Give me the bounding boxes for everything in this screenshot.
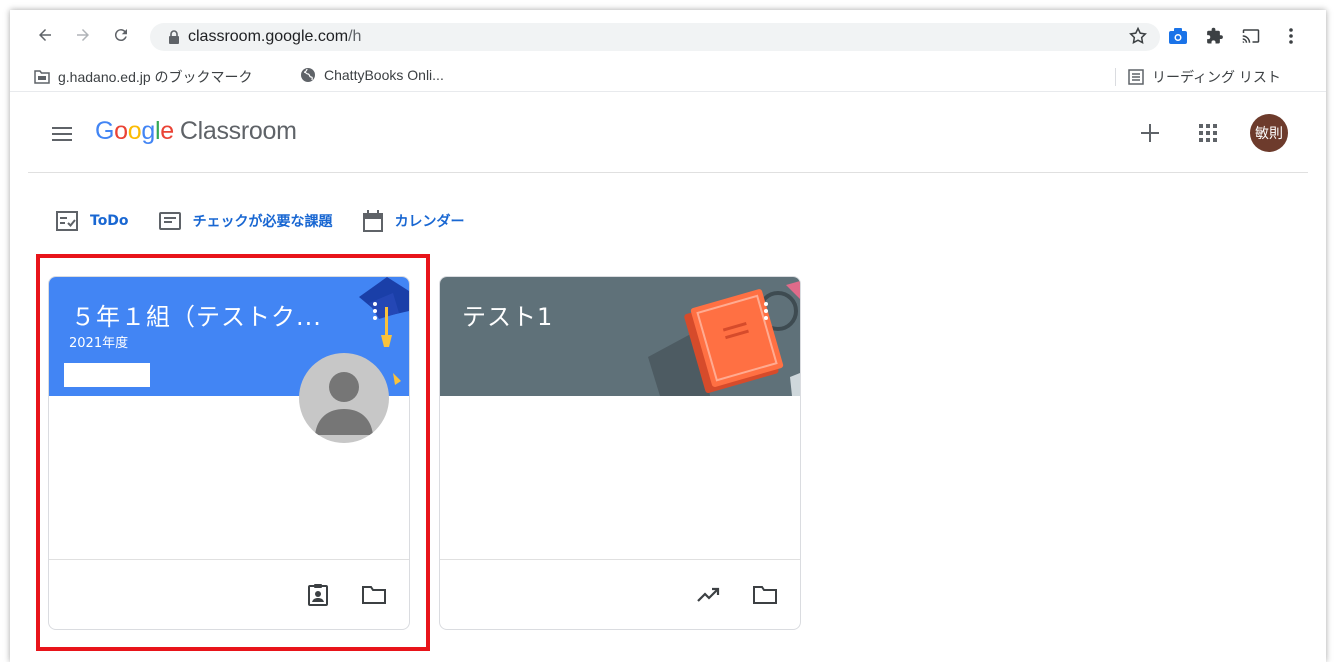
class-title[interactable]: ５年１組（テストク... <box>71 297 322 332</box>
main-menu-button[interactable] <box>48 120 76 148</box>
bookmark-chattybooks-item[interactable]: ChattyBooks Onli... <box>300 67 444 83</box>
redacted-text-block <box>64 363 150 387</box>
teacher-avatar <box>299 353 389 443</box>
back-button[interactable] <box>32 22 58 48</box>
gradebook-button[interactable] <box>696 582 722 608</box>
plus-icon <box>1141 124 1159 142</box>
folder-icon <box>34 70 50 84</box>
classroom-app-bar: Go o g l e Classroom 敏則 <box>28 93 1308 173</box>
student-work-button[interactable] <box>305 582 331 608</box>
bookmarks-bar: g.hadano.ed.jp のブックマーク ChattyBooks Onli.… <box>10 62 1326 92</box>
puzzle-extension-icon[interactable] <box>1202 23 1228 49</box>
url-text: classroom.google.com/h <box>188 28 362 45</box>
reading-list-item[interactable]: リーディング リスト <box>1128 67 1281 87</box>
calendar-icon <box>362 210 383 232</box>
class-section: 2021年度 <box>69 336 129 351</box>
cast-icon[interactable] <box>1238 23 1264 49</box>
create-or-join-class-button[interactable] <box>1134 117 1166 149</box>
folder-icon <box>362 586 386 604</box>
todo-link[interactable]: ToDo <box>56 211 129 231</box>
google-apps-button[interactable] <box>1192 117 1224 149</box>
browser-toolbar: classroom.google.com/h <box>10 10 1326 62</box>
globe-icon <box>301 68 315 82</box>
class-options-button[interactable] <box>365 299 385 323</box>
class-card-footer <box>440 559 800 629</box>
more-vert-icon <box>764 302 768 320</box>
review-list-icon <box>158 212 181 230</box>
hamburger-menu-icon <box>52 127 72 141</box>
browser-menu-icon[interactable] <box>1278 23 1304 49</box>
address-bar[interactable]: classroom.google.com/h <box>150 23 1160 51</box>
default-person-icon <box>315 372 373 435</box>
book-illustration-icon <box>648 281 800 396</box>
bookmarks-separator <box>1115 68 1116 86</box>
bookmark-star-icon[interactable] <box>1128 26 1148 50</box>
class-title[interactable]: テスト1 <box>462 297 553 332</box>
assignment-ind-icon <box>308 584 328 606</box>
subnav-bar: ToDo チェックが必要な課題 カレンダー <box>56 210 495 232</box>
todo-checklist-icon <box>56 211 78 231</box>
class-card-footer <box>49 559 409 629</box>
forward-button[interactable] <box>70 22 96 48</box>
class-drive-folder-button[interactable] <box>752 582 778 608</box>
class-options-button[interactable] <box>756 299 776 323</box>
account-avatar[interactable]: 敏則 <box>1250 114 1288 152</box>
apps-grid-icon <box>1199 124 1217 142</box>
trending-up-icon <box>697 587 720 602</box>
class-card[interactable]: ５年１組（テストク... 2021年度 <box>48 276 410 630</box>
lock-icon <box>160 30 188 44</box>
class-drive-folder-button[interactable] <box>361 582 387 608</box>
bookmark-folder-item[interactable]: g.hadano.ed.jp のブックマーク <box>34 67 253 87</box>
camera-extension-icon[interactable] <box>1165 23 1191 49</box>
google-classroom-logo[interactable]: Go o g l e Classroom <box>95 117 297 146</box>
class-card-header[interactable]: テスト1 <box>440 277 800 396</box>
calendar-link[interactable]: カレンダー <box>362 210 465 232</box>
reading-list-icon <box>1128 69 1144 85</box>
browser-window: classroom.google.com/h g.hadano.ed.jp のブ… <box>10 10 1326 662</box>
arrow-right-icon <box>77 29 89 41</box>
reload-icon <box>114 29 127 42</box>
reload-button[interactable] <box>108 22 134 48</box>
more-vert-icon <box>373 302 377 320</box>
review-link[interactable]: チェックが必要な課題 <box>158 211 333 231</box>
class-card[interactable]: テスト1 <box>439 276 801 630</box>
arrow-left-icon <box>39 29 51 41</box>
folder-icon <box>753 586 777 604</box>
